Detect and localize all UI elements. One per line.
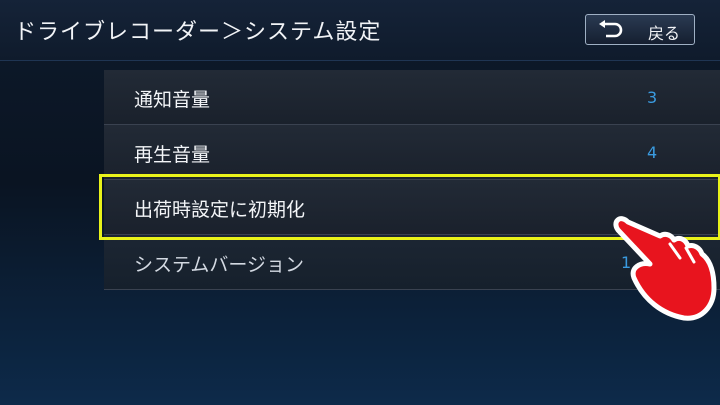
setting-label: システムバージョン [134, 254, 305, 276]
setting-label: 再生音量 [134, 144, 211, 166]
header-bar: ドライブレコーダー＞システム設定 戻る [0, 0, 720, 61]
back-button[interactable]: 戻る [585, 14, 695, 45]
setting-label: 出荷時設定に初期化 [134, 199, 306, 221]
setting-row-notification-volume[interactable]: 通知音量 3 [104, 70, 720, 125]
setting-value: 4 [647, 143, 658, 162]
back-button-label: 戻る [648, 24, 681, 43]
page-title: ドライブレコーダー＞システム設定 [14, 20, 382, 45]
back-arrow-icon [599, 20, 623, 38]
setting-row-playback-volume[interactable]: 再生音量 4 [104, 125, 720, 180]
pointing-hand-icon [613, 216, 717, 321]
setting-value: 3 [647, 88, 658, 107]
setting-label: 通知音量 [134, 89, 211, 111]
